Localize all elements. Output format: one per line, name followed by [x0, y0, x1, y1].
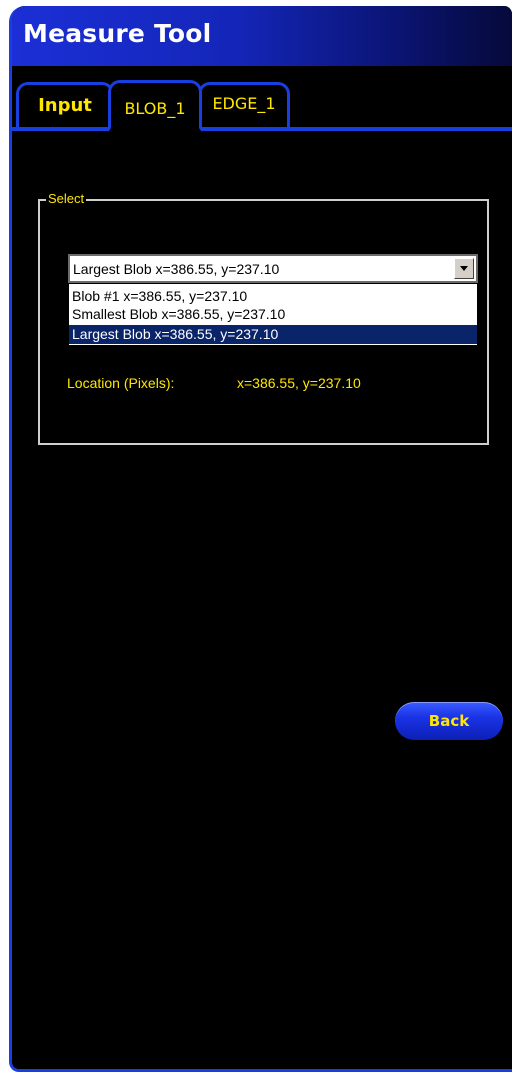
window-title: Measure Tool [23, 19, 212, 48]
location-label: Location (Pixels): [67, 375, 175, 391]
measure-tool-window: Measure Tool Input EDGE_1 BLOB_1 Select … [9, 6, 512, 1072]
tab-edge-1-label: EDGE_1 [212, 94, 276, 113]
title-bar: Measure Tool [12, 6, 512, 66]
tab-input-label: Input [38, 95, 92, 116]
select-group-label: Select [46, 191, 87, 206]
tab-baseline [12, 127, 512, 131]
tab-edge-1[interactable]: EDGE_1 [198, 82, 290, 127]
option-blob-1[interactable]: Blob #1 x=386.55, y=237.10 [69, 287, 477, 306]
option-smallest-blob[interactable]: Smallest Blob x=386.55, y=237.10 [69, 305, 477, 324]
option-largest-blob[interactable]: Largest Blob x=386.55, y=237.10 [69, 325, 477, 344]
tab-input[interactable]: Input [16, 82, 114, 127]
tab-blob-1-label: BLOB_1 [124, 99, 186, 118]
blob-select-value: Largest Blob x=386.55, y=237.10 [73, 261, 280, 277]
blob-select-dropdown[interactable]: Largest Blob x=386.55, y=237.10 [68, 254, 478, 283]
chevron-down-icon[interactable] [454, 258, 474, 279]
back-button[interactable]: Back [395, 702, 503, 740]
tab-blob-1[interactable]: BLOB_1 [108, 80, 202, 132]
location-value: x=386.55, y=237.10 [237, 375, 361, 391]
blob-options-list: Blob #1 x=386.55, y=237.10 Smallest Blob… [68, 283, 478, 346]
